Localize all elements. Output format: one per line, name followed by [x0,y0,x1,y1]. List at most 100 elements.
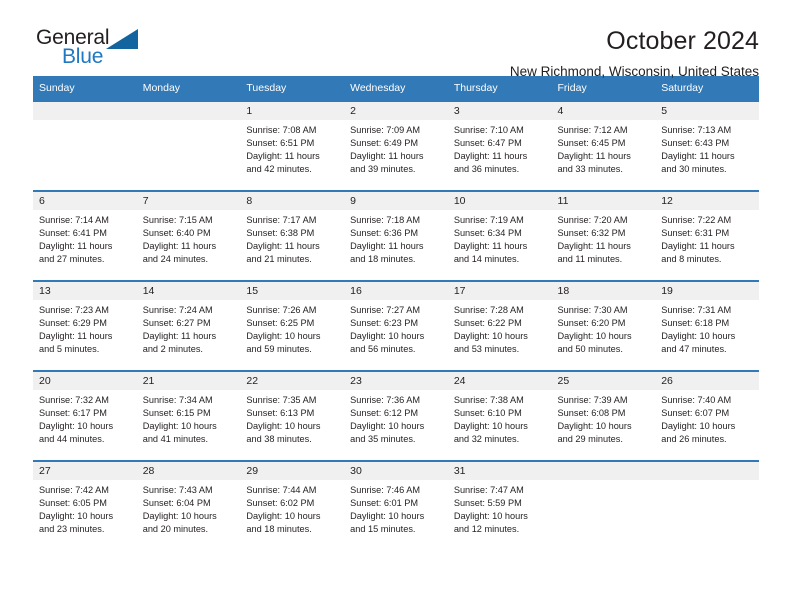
general-blue-logo[interactable]: General Blue [36,26,148,72]
sunset-time: Sunset: 6:51 PM [246,138,315,149]
sunset-time: Sunset: 6:17 PM [39,408,107,419]
calendar-day-cell[interactable]: 20 Sunrise: 7:32 AM Sunset: 6:17 PM Dayligh… [33,370,137,461]
calendar-day-cell[interactable]: 3 Sunrise: 7:10 AM Sunset: 6:47 PM Daylight… [447,100,552,191]
calendar-day-cell[interactable]: 27 Sunrise: 7:42 AM Sunset: 6:05 PM Dayligh… [33,460,137,550]
calendar-body: 1 Sunrise: 7:08 AM Sunset: 6:51 PM Daylight… [33,100,759,550]
daylight-duration-line2: and 33 minutes. [557,164,623,175]
daylight-duration-line1: Daylight: 10 hours [246,331,321,342]
sunset-time: Sunset: 6:12 PM [350,408,419,419]
daylight-duration-line2: and 30 minutes. [661,164,727,175]
daylight-duration-line1: Daylight: 11 hours [350,241,424,252]
daylight-duration-line1: Daylight: 10 hours [350,331,425,342]
calendar-day-cell[interactable]: 7 Sunrise: 7:15 AM Sunset: 6:40 PM Daylight… [136,190,241,281]
daylight-duration-line2: and 39 minutes. [350,164,416,175]
calendar-day-cell[interactable]: 6 Sunrise: 7:14 AM Sunset: 6:41 PM Daylight… [33,190,137,281]
calendar-day-cell[interactable]: 5 Sunrise: 7:13 AM Sunset: 6:43 PM Daylight… [655,100,759,191]
sunset-time: Sunset: 6:34 PM [453,228,522,239]
day-number: 17 [447,282,552,300]
calendar-day-cell[interactable]: 14 Sunrise: 7:24 AM Sunset: 6:27 PM Dayligh… [136,280,241,371]
sunrise-time: Sunrise: 7:39 AM [557,395,628,405]
daylight-duration-line2: and 24 minutes. [142,254,209,265]
daylight-duration-line1: Daylight: 11 hours [142,331,217,342]
calendar-day-cell[interactable]: 15 Sunrise: 7:26 AM Sunset: 6:25 PM Dayligh… [240,280,345,371]
sunset-time: Sunset: 5:59 PM [453,498,522,509]
calendar-day-cell[interactable]: 22 Sunrise: 7:35 AM Sunset: 6:13 PM Dayligh… [240,370,345,461]
calendar-day-cell[interactable]: 9 Sunrise: 7:18 AM Sunset: 6:36 PM Daylight… [344,190,448,281]
day-number: 7 [136,192,241,210]
sunrise-time: Sunrise: 7:18 AM [350,215,421,225]
calendar-day-cell[interactable]: 18 Sunrise: 7:30 AM Sunset: 6:20 PM Dayligh… [551,280,656,371]
sunset-time: Sunset: 6:10 PM [453,408,522,419]
page-title: October 2024 [606,27,759,55]
calendar-day-cell[interactable]: 12 Sunrise: 7:22 AM Sunset: 6:31 PM Dayligh… [655,190,759,281]
sunset-time: Sunset: 6:08 PM [557,408,626,419]
daylight-duration-line2: and 35 minutes. [350,434,416,445]
calendar-day-cell[interactable]: 29 Sunrise: 7:44 AM Sunset: 6:02 PM Dayligh… [240,460,345,550]
calendar-day-cell[interactable]: 1 Sunrise: 7:08 AM Sunset: 6:51 PM Daylight… [240,100,345,191]
day-details: Sunrise: 7:43 AM Sunset: 6:04 PM Daylight:… [137,480,241,536]
daylight-duration-line1: Daylight: 10 hours [557,331,632,342]
sunset-time: Sunset: 6:18 PM [661,318,730,329]
calendar-day-cell[interactable]: 30 Sunrise: 7:46 AM Sunset: 6:01 PM Dayligh… [344,460,448,550]
day-number: 16 [344,282,448,300]
day-details: Sunrise: 7:30 AM Sunset: 6:20 PM Daylight:… [552,300,656,356]
daylight-duration-line1: Daylight: 11 hours [453,241,528,252]
daylight-duration-line1: Daylight: 10 hours [246,511,321,522]
day-details: Sunrise: 7:47 AM Sunset: 5:59 PM Daylight:… [448,480,552,536]
day-number [136,102,241,120]
page-header: General Blue October 2024 New Richmond, … [33,0,759,79]
day-number: 10 [447,192,552,210]
daylight-duration-line2: and 41 minutes. [142,434,209,445]
calendar-day-cell[interactable]: 2 Sunrise: 7:09 AM Sunset: 6:49 PM Daylight… [344,100,448,191]
day-number: 13 [33,282,137,300]
daylight-duration-line2: and 14 minutes. [453,254,520,265]
calendar-day-cell[interactable]: 17 Sunrise: 7:28 AM Sunset: 6:22 PM Dayligh… [447,280,552,371]
day-details: Sunrise: 7:46 AM Sunset: 6:01 PM Daylight:… [344,480,448,536]
daylight-duration-line1: Daylight: 11 hours [661,151,735,162]
calendar-day-cell[interactable]: 8 Sunrise: 7:17 AM Sunset: 6:38 PM Daylight… [240,190,345,281]
calendar-day-cell[interactable]: 21 Sunrise: 7:34 AM Sunset: 6:15 PM Dayligh… [136,370,241,461]
sunset-time: Sunset: 6:07 PM [661,408,730,419]
day-number: 12 [655,192,759,210]
calendar-day-cell[interactable]: 13 Sunrise: 7:23 AM Sunset: 6:29 PM Dayligh… [33,280,137,371]
day-number: 5 [655,102,759,120]
calendar-day-cell[interactable]: 4 Sunrise: 7:12 AM Sunset: 6:45 PM Daylight… [551,100,656,191]
calendar-empty-cell [551,460,656,550]
calendar-day-cell[interactable]: 28 Sunrise: 7:43 AM Sunset: 6:04 PM Dayligh… [136,460,241,550]
day-details: Sunrise: 7:14 AM Sunset: 6:41 PM Daylight:… [33,210,137,266]
sunset-time: Sunset: 6:20 PM [557,318,626,329]
sunrise-time: Sunrise: 7:17 AM [246,215,317,225]
title-block: October 2024 New Richmond, Wisconsin, Un… [510,26,759,82]
sunrise-time: Sunrise: 7:24 AM [142,305,213,315]
daylight-duration-line1: Daylight: 11 hours [142,241,217,252]
calendar-day-cell[interactable]: 16 Sunrise: 7:27 AM Sunset: 6:23 PM Dayligh… [344,280,448,371]
sunrise-time: Sunrise: 7:44 AM [246,485,317,495]
sunset-time: Sunset: 6:05 PM [39,498,107,509]
calendar-day-cell[interactable]: 24 Sunrise: 7:38 AM Sunset: 6:10 PM Dayligh… [447,370,552,461]
daylight-duration-line2: and 2 minutes. [142,344,203,355]
daylight-duration-line1: Daylight: 11 hours [661,241,735,252]
calendar-day-cell[interactable]: 31 Sunrise: 7:47 AM Sunset: 5:59 PM Dayligh… [447,460,552,550]
calendar-day-cell[interactable]: 10 Sunrise: 7:19 AM Sunset: 6:34 PM Dayligh… [447,190,552,281]
day-number: 2 [344,102,448,120]
daylight-duration-line1: Daylight: 10 hours [661,421,736,432]
calendar-day-cell[interactable]: 19 Sunrise: 7:31 AM Sunset: 6:18 PM Dayligh… [655,280,759,371]
calendar-day-cell[interactable]: 23 Sunrise: 7:36 AM Sunset: 6:12 PM Dayligh… [344,370,448,461]
day-details: Sunrise: 7:17 AM Sunset: 6:38 PM Daylight:… [240,210,344,266]
day-details: Sunrise: 7:24 AM Sunset: 6:27 PM Daylight:… [137,300,241,356]
day-number: 29 [240,462,345,480]
sunset-time: Sunset: 6:32 PM [557,228,626,239]
sunrise-time: Sunrise: 7:36 AM [350,395,421,405]
daylight-duration-line2: and 11 minutes. [557,254,623,265]
daylight-duration-line1: Daylight: 11 hours [246,151,320,162]
calendar-day-cell[interactable]: 25 Sunrise: 7:39 AM Sunset: 6:08 PM Dayligh… [551,370,656,461]
day-number: 31 [447,462,552,480]
calendar-day-cell[interactable]: 26 Sunrise: 7:40 AM Sunset: 6:07 PM Dayligh… [655,370,759,461]
day-details: Sunrise: 7:39 AM Sunset: 6:08 PM Daylight:… [552,390,656,446]
sunset-time: Sunset: 6:36 PM [350,228,419,239]
calendar-week-row: 27 Sunrise: 7:42 AM Sunset: 6:05 PM Dayligh… [33,460,759,550]
sunrise-time: Sunrise: 7:14 AM [39,215,109,225]
sunset-time: Sunset: 6:02 PM [246,498,315,509]
calendar-day-cell[interactable]: 11 Sunrise: 7:20 AM Sunset: 6:32 PM Dayligh… [551,190,656,281]
day-details: Sunrise: 7:19 AM Sunset: 6:34 PM Daylight:… [448,210,552,266]
